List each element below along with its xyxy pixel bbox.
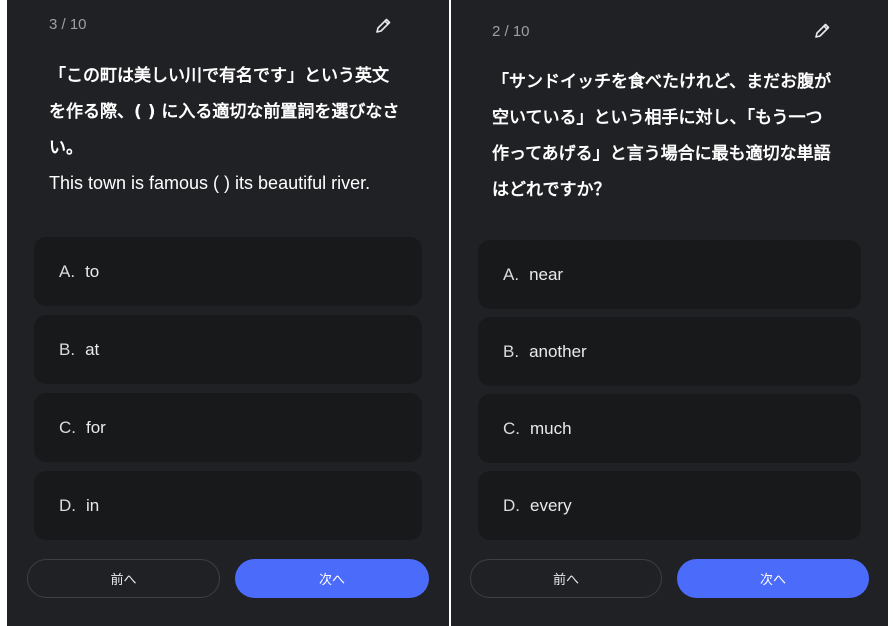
option-text: much <box>530 418 572 438</box>
option-c[interactable]: C. much <box>478 394 861 463</box>
option-d[interactable]: D. every <box>478 471 861 540</box>
option-b[interactable]: B. at <box>34 315 422 384</box>
option-letter: D. <box>503 495 520 515</box>
quiz-panel-right: 2 / 10 「サンドイッチを食べたけれど、まだお腹が 空いている」という相手に… <box>451 0 888 626</box>
option-letter: D. <box>59 495 76 515</box>
option-text: for <box>86 417 106 437</box>
pencil-icon[interactable] <box>373 16 393 36</box>
option-text: at <box>85 339 100 359</box>
quiz-panel-left: 3 / 10 「この町は美しい川で有名です」という英文 を作る際、( ) に入る… <box>7 0 449 626</box>
option-a[interactable]: A. to <box>34 237 422 306</box>
option-text: every <box>530 495 572 515</box>
option-a[interactable]: A. near <box>478 240 861 309</box>
option-d[interactable]: D. in <box>34 471 422 540</box>
option-text: another <box>529 341 587 361</box>
next-button[interactable]: 次へ <box>235 559 429 598</box>
next-button[interactable]: 次へ <box>677 559 869 598</box>
option-text: in <box>86 495 100 515</box>
option-letter: C. <box>503 418 520 438</box>
pencil-icon[interactable] <box>812 21 832 41</box>
option-letter: A. <box>59 261 76 281</box>
option-b[interactable]: B. another <box>478 317 861 386</box>
prev-button[interactable]: 前へ <box>470 559 662 598</box>
option-letter: A. <box>503 264 520 284</box>
prev-button[interactable]: 前へ <box>27 559 220 598</box>
option-text: to <box>85 261 100 281</box>
question-english: This town is famous ( ) its beautiful ri… <box>49 173 371 193</box>
option-c[interactable]: C. for <box>34 393 422 462</box>
question-text: 「この町は美しい川で有名です」という英文 を作る際、( ) に入る適切な前置詞を… <box>49 58 419 198</box>
option-letter: C. <box>59 417 76 437</box>
option-letter: B. <box>59 339 76 359</box>
question-japanese: 「サンドイッチを食べたけれど、まだお腹が 空いている」という相手に対し、「もう一… <box>492 72 832 200</box>
option-text: near <box>529 264 564 284</box>
question-japanese: 「この町は美しい川で有名です」という英文 を作る際、( ) に入る適切な前置詞を… <box>49 66 400 158</box>
option-letter: B. <box>503 341 520 361</box>
question-counter: 3 / 10 <box>49 16 87 33</box>
question-counter: 2 / 10 <box>492 23 530 40</box>
question-text: 「サンドイッチを食べたけれど、まだお腹が 空いている」という相手に対し、「もう一… <box>492 64 862 208</box>
